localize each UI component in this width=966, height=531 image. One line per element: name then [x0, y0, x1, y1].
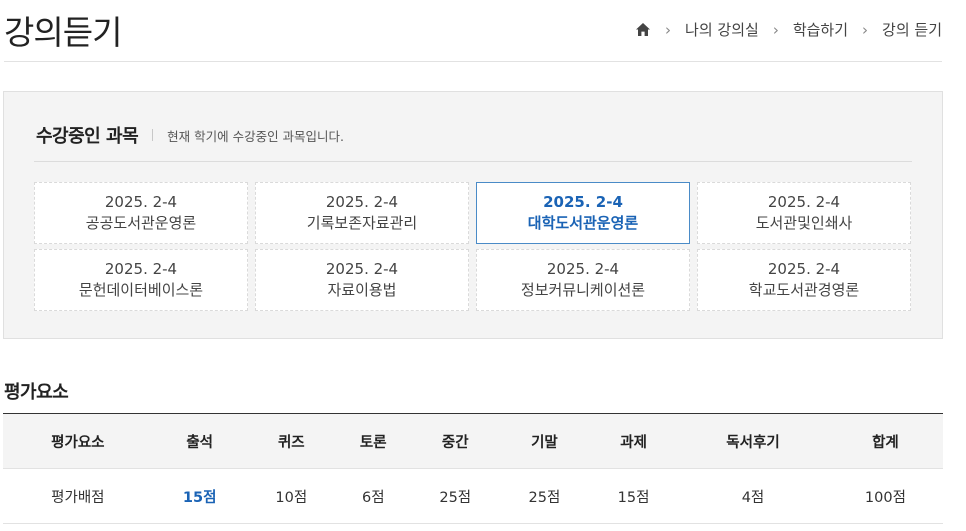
- table-cell: 15점: [589, 468, 679, 524]
- enrolled-courses-header: 수강중인 과목 현재 학기에 수강중인 과목입니다.: [36, 122, 344, 148]
- evaluation-section-title: 평가요소: [4, 382, 69, 403]
- course-term: 2025. 2-4: [104, 193, 178, 211]
- course-term: 2025. 2-4: [325, 193, 399, 211]
- course-grid: 2025. 2-4 공공도서관운영론 2025. 2-4 기록보존자료관리 20…: [34, 182, 911, 311]
- chevron-right-icon: ›: [772, 20, 779, 39]
- courses-divider: [34, 161, 912, 162]
- course-card[interactable]: 2025. 2-4 학교도서관경영론: [697, 249, 911, 311]
- breadcrumb-item-my-classroom[interactable]: 나의 강의실: [685, 19, 759, 40]
- course-term: 2025. 2-4: [325, 260, 399, 278]
- table-cell: 10점: [246, 468, 336, 524]
- course-card[interactable]: 2025. 2-4 도서관및인쇄사: [697, 182, 911, 244]
- table-header: 기말: [499, 413, 589, 469]
- enrolled-courses-panel: 수강중인 과목 현재 학기에 수강중인 과목입니다. 2025. 2-4 공공도…: [3, 91, 943, 339]
- course-card[interactable]: 2025. 2-4 기록보존자료관리: [255, 182, 469, 244]
- table-cell-highlight: 15점: [152, 468, 247, 524]
- table-header: 토론: [335, 413, 411, 469]
- title-divider: [4, 61, 942, 62]
- table-cell: 25점: [499, 468, 589, 524]
- course-name: 공공도서관운영론: [85, 214, 197, 232]
- course-name: 대학도서관운영론: [527, 214, 639, 232]
- table-header: 중간: [410, 413, 500, 469]
- evaluation-header-row: 평가요소 출석 퀴즈 토론 중간 기말 과제 독서후기 합계: [3, 413, 943, 469]
- page-title: 강의듣기: [4, 13, 122, 52]
- chevron-right-icon: ›: [665, 20, 672, 39]
- course-name: 자료이용법: [327, 281, 397, 299]
- home-icon[interactable]: [635, 22, 651, 37]
- course-name: 문헌데이터베이스론: [78, 281, 204, 299]
- course-name: 기록보존자료관리: [306, 214, 418, 232]
- breadcrumb-item-lecture[interactable]: 강의 듣기: [882, 19, 942, 40]
- chevron-right-icon: ›: [862, 20, 869, 39]
- course-term: 2025. 2-4: [767, 193, 841, 211]
- course-card[interactable]: 2025. 2-4 공공도서관운영론: [34, 182, 248, 244]
- course-card[interactable]: 2025. 2-4 자료이용법: [255, 249, 469, 311]
- breadcrumb-item-learning[interactable]: 학습하기: [793, 19, 848, 40]
- enrolled-courses-description: 현재 학기에 수강중인 과목입니다.: [167, 128, 345, 144]
- table-header: 출석: [152, 413, 247, 469]
- course-name: 도서관및인쇄사: [755, 214, 853, 232]
- course-name: 학교도서관경영론: [748, 281, 860, 299]
- breadcrumb: › 나의 강의실 › 학습하기 › 강의 듣기: [635, 19, 942, 40]
- course-name: 정보커뮤니케이션론: [520, 281, 646, 299]
- course-term: 2025. 2-4: [767, 260, 841, 278]
- table-row: 평가배점 15점 10점 6점 25점 25점 15점 4점 100점: [3, 468, 943, 524]
- table-cell: 6점: [335, 468, 411, 524]
- evaluation-table: 평가요소 출석 퀴즈 토론 중간 기말 과제 독서후기 합계 평가배점 15점 …: [3, 413, 943, 524]
- course-card-active[interactable]: 2025. 2-4 대학도서관운영론: [476, 182, 690, 244]
- table-cell: 25점: [410, 468, 500, 524]
- course-card[interactable]: 2025. 2-4 정보커뮤니케이션론: [476, 249, 690, 311]
- table-cell: 100점: [827, 468, 943, 524]
- course-term: 2025. 2-4: [104, 260, 178, 278]
- table-header: 독서후기: [678, 413, 828, 469]
- enrolled-courses-title: 수강중인 과목: [36, 126, 139, 147]
- table-header: 퀴즈: [246, 413, 336, 469]
- table-cell: 4점: [678, 468, 828, 524]
- course-card[interactable]: 2025. 2-4 문헌데이터베이스론: [34, 249, 248, 311]
- course-term: 2025. 2-4: [543, 193, 623, 211]
- table-header: 합계: [827, 413, 943, 469]
- header-separator: [152, 129, 154, 141]
- table-header: 평가요소: [3, 413, 153, 469]
- table-header: 과제: [589, 413, 679, 469]
- course-term: 2025. 2-4: [546, 260, 620, 278]
- table-cell: 평가배점: [3, 468, 153, 524]
